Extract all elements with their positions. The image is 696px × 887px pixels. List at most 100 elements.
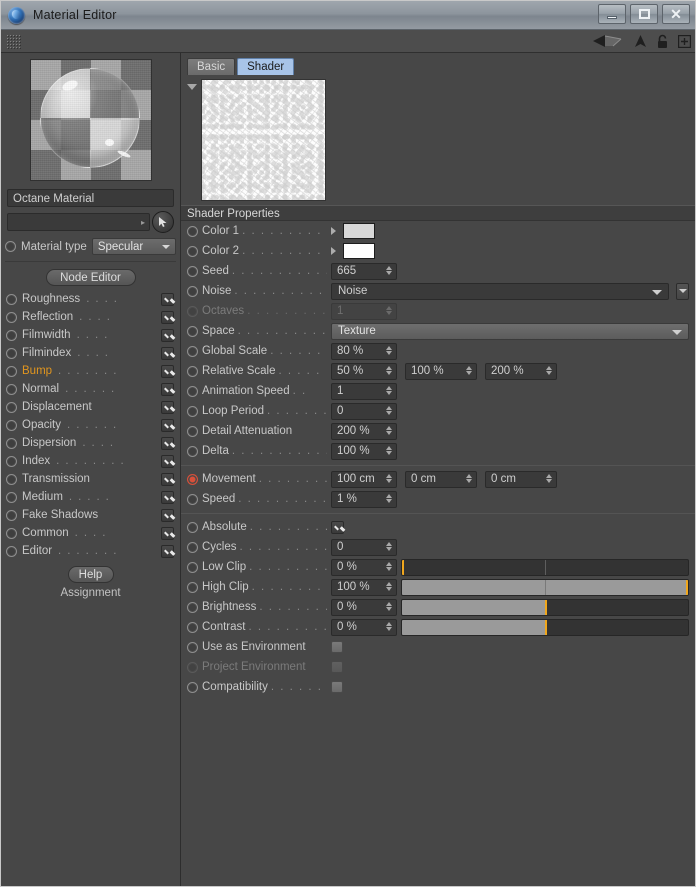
stepper-icon[interactable] <box>546 365 552 375</box>
channel-row-common[interactable]: Common . . . . <box>1 524 180 542</box>
seed-toggle-dot[interactable] <box>187 265 198 277</box>
color1-expand-icon[interactable] <box>331 227 336 235</box>
compatibility-toggle-dot[interactable] <box>187 681 198 693</box>
color2-expand-icon[interactable] <box>331 247 336 255</box>
tab-basic[interactable]: Basic <box>187 58 236 75</box>
dropdown-expand-icon[interactable] <box>676 282 689 300</box>
collapse-triangle-icon[interactable] <box>187 84 197 90</box>
animation-speed-toggle-dot[interactable] <box>187 385 198 397</box>
material-name-field[interactable]: Octane Material <box>7 189 174 207</box>
lock-icon[interactable] <box>656 31 669 51</box>
stepper-icon[interactable] <box>386 581 392 591</box>
channel-row-fake-shadows[interactable]: Fake Shadows <box>1 506 180 524</box>
help-button[interactable]: Help <box>67 566 114 583</box>
relative-scale-toggle-dot[interactable] <box>187 365 198 377</box>
right-arrow-icon[interactable]: ▸ <box>137 214 149 230</box>
channel-checkbox[interactable] <box>161 508 174 522</box>
loop-period-input[interactable]: 0 <box>331 402 397 420</box>
seed-input[interactable]: 665 <box>331 262 397 280</box>
movement-y-input[interactable]: 0 cm <box>405 470 477 488</box>
detail-attenuation-toggle-dot[interactable] <box>187 425 198 437</box>
cycles-toggle-dot[interactable] <box>187 541 198 553</box>
stepper-icon[interactable] <box>466 473 472 483</box>
close-button[interactable]: ✕ <box>662 4 690 24</box>
channel-row-roughness[interactable]: Roughness . . . . <box>1 290 180 308</box>
up-arrow-icon[interactable] <box>634 31 647 51</box>
space-toggle-dot[interactable] <box>187 325 198 337</box>
stepper-icon[interactable] <box>386 473 392 483</box>
delta-input[interactable]: 100 % <box>331 442 397 460</box>
channel-toggle-dot[interactable] <box>6 311 17 323</box>
minimize-button[interactable] <box>598 4 626 24</box>
channel-toggle-dot[interactable] <box>6 293 17 305</box>
channel-checkbox[interactable] <box>161 418 174 432</box>
stepper-icon[interactable] <box>386 445 392 455</box>
stepper-icon[interactable] <box>546 473 552 483</box>
channel-toggle-dot[interactable] <box>6 401 17 413</box>
stepper-icon[interactable] <box>466 365 472 375</box>
speed-input[interactable]: 1 % <box>331 490 397 508</box>
space-select[interactable]: Texture <box>331 322 689 340</box>
stepper-icon[interactable] <box>386 365 392 375</box>
brightness-slider[interactable] <box>401 598 689 616</box>
stepper-icon[interactable] <box>386 601 392 611</box>
contrast-toggle-dot[interactable] <box>187 621 198 633</box>
stepper-icon[interactable] <box>386 405 392 415</box>
channel-row-transmission[interactable]: Transmission <box>1 470 180 488</box>
channel-row-opacity[interactable]: Opacity . . . . . . <box>1 416 180 434</box>
low-clip-input[interactable]: 0 % <box>331 558 397 576</box>
channel-toggle-dot[interactable] <box>6 491 17 503</box>
speed-toggle-dot[interactable] <box>187 493 198 505</box>
relative-scale-y-input[interactable]: 100 % <box>405 362 477 380</box>
channel-checkbox[interactable] <box>161 454 174 468</box>
channel-row-normal[interactable]: Normal . . . . . . <box>1 380 180 398</box>
relative-scale-x-input[interactable]: 50 % <box>331 362 397 380</box>
use-as-environment-checkbox[interactable] <box>331 641 343 653</box>
channel-row-displacement[interactable]: Displacement <box>1 398 180 416</box>
material-preview-sphere[interactable] <box>29 59 152 181</box>
stepper-icon[interactable] <box>386 541 392 551</box>
tab-shader[interactable]: Shader <box>237 58 295 75</box>
material-type-select[interactable]: Specular <box>91 238 176 255</box>
delta-toggle-dot[interactable] <box>187 445 198 457</box>
loop-period-toggle-dot[interactable] <box>187 405 198 417</box>
channel-row-medium[interactable]: Medium . . . . . <box>1 488 180 506</box>
relative-scale-z-input[interactable]: 200 % <box>485 362 557 380</box>
channel-toggle-dot[interactable] <box>6 545 17 557</box>
channel-row-dispersion[interactable]: Dispersion . . . . <box>1 434 180 452</box>
channel-checkbox[interactable] <box>161 328 174 342</box>
channel-checkbox[interactable] <box>161 400 174 414</box>
global-scale-input[interactable]: 80 % <box>331 342 397 360</box>
channel-row-reflection[interactable]: Reflection . . . . <box>1 308 180 326</box>
material-type-toggle-dot[interactable] <box>5 241 16 252</box>
channel-toggle-dot[interactable] <box>6 419 17 431</box>
channel-toggle-dot[interactable] <box>6 455 17 467</box>
color1-toggle-dot[interactable] <box>187 225 198 237</box>
contrast-input[interactable]: 0 % <box>331 618 397 636</box>
channel-checkbox[interactable] <box>161 436 174 450</box>
absolute-toggle-dot[interactable] <box>187 521 198 533</box>
channel-checkbox[interactable] <box>161 382 174 396</box>
stepper-icon[interactable] <box>386 493 392 503</box>
channel-row-bump[interactable]: Bump . . . . . . . <box>1 362 180 380</box>
high-clip-slider[interactable] <box>401 578 689 596</box>
channel-checkbox[interactable] <box>161 292 174 306</box>
back-arrow-icon[interactable] <box>591 31 625 51</box>
maximize-button[interactable] <box>630 4 658 24</box>
low-clip-slider[interactable] <box>401 558 689 576</box>
stepper-icon[interactable] <box>386 425 392 435</box>
global-scale-toggle-dot[interactable] <box>187 345 198 357</box>
high-clip-input[interactable]: 100 % <box>331 578 397 596</box>
color1-swatch[interactable] <box>343 223 375 239</box>
animation-speed-input[interactable]: 1 <box>331 382 397 400</box>
channel-checkbox[interactable] <box>161 472 174 486</box>
channel-checkbox[interactable] <box>161 364 174 378</box>
channel-toggle-dot[interactable] <box>6 437 17 449</box>
channel-row-filmwidth[interactable]: Filmwidth . . . . <box>1 326 180 344</box>
channel-toggle-dot[interactable] <box>6 365 17 377</box>
channel-row-editor[interactable]: Editor . . . . . . . <box>1 542 180 560</box>
compatibility-checkbox[interactable] <box>331 681 343 693</box>
brightness-input[interactable]: 0 % <box>331 598 397 616</box>
channel-checkbox[interactable] <box>161 310 174 324</box>
contrast-slider[interactable] <box>401 618 689 636</box>
